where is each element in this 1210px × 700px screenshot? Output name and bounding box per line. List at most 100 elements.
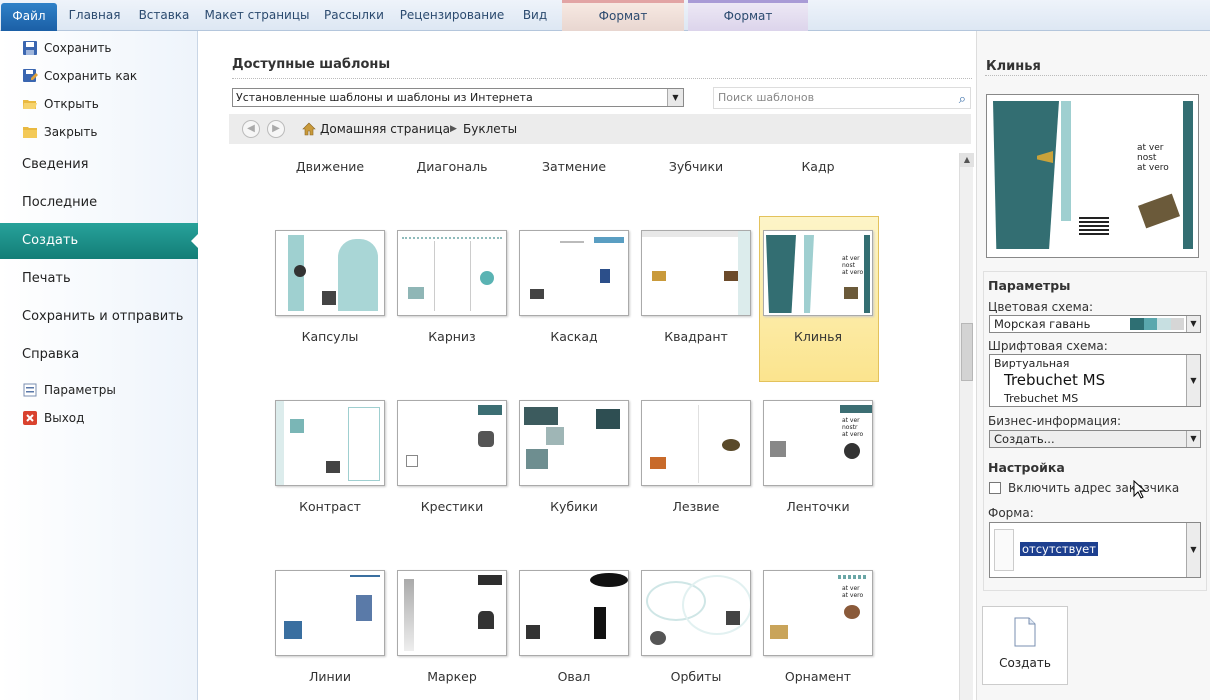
tab-page-layout[interactable]: Макет страницы xyxy=(200,0,314,31)
template-thumb-ornament[interactable]: at ver at vero xyxy=(763,570,873,656)
scrollbar-thumb[interactable] xyxy=(961,323,973,381)
create-button-label: Создать xyxy=(999,656,1051,670)
template-source-select[interactable]: Установленные шаблоны и шаблоны из Интер… xyxy=(232,88,684,107)
template-thumb-oval[interactable] xyxy=(519,570,629,656)
template-label-diagonal[interactable]: Диагональ xyxy=(391,159,513,174)
search-templates-input[interactable]: Поиск шаблонов ⌕ xyxy=(713,87,971,109)
template-label-kubiki[interactable]: Кубики xyxy=(513,499,635,514)
sidebar-section-print[interactable]: Печать xyxy=(0,261,198,297)
sidebar-item-options[interactable]: Параметры xyxy=(0,377,198,403)
tab-file[interactable]: Файл xyxy=(1,3,57,31)
tab-format-2[interactable]: Формат xyxy=(688,0,808,31)
sidebar-section-save-send[interactable]: Сохранить и отправить xyxy=(0,299,198,335)
template-thumb-marker[interactable] xyxy=(397,570,507,656)
sidebar-section-info[interactable]: Сведения xyxy=(0,147,198,183)
available-templates-heading: Доступные шаблоны xyxy=(232,57,391,72)
template-thumb-orbity[interactable] xyxy=(641,570,751,656)
sidebar-item-exit[interactable]: Выход xyxy=(0,405,198,431)
create-button[interactable]: Создать xyxy=(982,606,1068,685)
back-icon[interactable]: ◀ xyxy=(242,120,260,138)
mouse-cursor-icon xyxy=(1133,480,1147,499)
business-info-label: Бизнес-информация: xyxy=(988,414,1122,428)
template-label-ornament[interactable]: Орнамент xyxy=(757,669,879,684)
sidebar-item-save-as[interactable]: Сохранить как xyxy=(0,63,198,89)
template-thumb-lentochki[interactable]: at ver nostr at vero xyxy=(763,400,873,486)
template-label-klinya[interactable]: Клинья xyxy=(757,329,879,344)
template-label-kontrast[interactable]: Контраст xyxy=(269,499,391,514)
tab-insert[interactable]: Вставка xyxy=(132,0,196,31)
template-label-oval[interactable]: Овал xyxy=(513,669,635,684)
sidebar-item-close[interactable]: Закрыть xyxy=(0,119,198,145)
save-icon xyxy=(23,41,37,55)
template-thumb-kvadrant[interactable] xyxy=(641,230,751,316)
forward-icon[interactable]: ▶ xyxy=(267,120,285,138)
template-label-karniz[interactable]: Карниз xyxy=(391,329,513,344)
form-value: отсутствует xyxy=(1020,542,1098,556)
search-placeholder: Поиск шаблонов xyxy=(718,91,815,104)
templates-pane: Доступные шаблоны Установленные шаблоны … xyxy=(199,31,975,700)
template-thumb-kapsuly[interactable] xyxy=(275,230,385,316)
template-thumb-linii[interactable] xyxy=(275,570,385,656)
tab-view[interactable]: Вид xyxy=(514,0,556,31)
template-label-linii[interactable]: Линии xyxy=(269,669,391,684)
sidebar-item-open[interactable]: Открыть xyxy=(0,91,198,117)
breadcrumb-separator-icon: ▶ xyxy=(450,124,457,134)
include-address-label[interactable]: Включить адрес заказчика xyxy=(1008,481,1179,495)
color-scheme-select[interactable]: Морская гавань ▼ xyxy=(989,315,1201,333)
tab-format-1[interactable]: Формат xyxy=(562,0,684,31)
sidebar-item-label: Закрыть xyxy=(44,125,98,139)
tab-mailings[interactable]: Рассылки xyxy=(318,0,390,31)
template-label-lentochki[interactable]: Ленточки xyxy=(757,499,879,514)
template-grid: Движение Диагональ Затмение Зубчики Кадр xyxy=(229,147,959,700)
selected-template-title: Клинья xyxy=(986,59,1041,74)
preview-text-line: at vero xyxy=(1137,163,1169,173)
tab-review[interactable]: Рецензирование xyxy=(394,0,510,31)
template-label-orbity[interactable]: Орбиты xyxy=(635,669,757,684)
template-thumb-krestiki[interactable] xyxy=(397,400,507,486)
template-label-kadr[interactable]: Кадр xyxy=(757,159,879,174)
sidebar-item-label: Выход xyxy=(44,411,85,425)
form-option-icon xyxy=(994,529,1014,571)
template-thumb-karniz[interactable] xyxy=(397,230,507,316)
template-label-zatmenie[interactable]: Затмение xyxy=(513,159,635,174)
sidebar-section-recent[interactable]: Последние xyxy=(0,185,198,221)
chevron-down-icon[interactable]: ▼ xyxy=(667,89,683,106)
scroll-up-icon[interactable]: ▲ xyxy=(960,153,974,167)
form-select[interactable]: отсутствует ▼ xyxy=(989,522,1201,578)
sidebar-section-new[interactable]: Создать xyxy=(0,223,198,259)
divider xyxy=(985,75,1207,76)
tab-home[interactable]: Главная xyxy=(62,0,127,31)
template-label-dvizhenie[interactable]: Движение xyxy=(269,159,391,174)
color-scheme-label: Цветовая схема: xyxy=(988,300,1094,314)
template-label-marker[interactable]: Маркер xyxy=(391,669,513,684)
business-info-select[interactable]: Создать... ▼ xyxy=(989,430,1201,448)
sidebar-item-save[interactable]: Сохранить xyxy=(0,35,198,61)
chevron-down-icon[interactable]: ▼ xyxy=(1186,523,1200,577)
template-thumb-lezvie[interactable] xyxy=(641,400,751,486)
template-thumb-kaskad[interactable] xyxy=(519,230,629,316)
font-scheme-select[interactable]: Виртуальная Trebuchet MS Trebuchet MS ▼ xyxy=(989,354,1201,407)
template-label-kvadrant[interactable]: Квадрант xyxy=(635,329,757,344)
template-thumb-kontrast[interactable] xyxy=(275,400,385,486)
search-icon[interactable]: ⌕ xyxy=(959,90,966,110)
home-icon xyxy=(302,122,316,136)
font-scheme-name: Виртуальная xyxy=(994,357,1070,370)
template-label-krestiki[interactable]: Крестики xyxy=(391,499,513,514)
divider xyxy=(232,78,972,79)
template-label-kaskad[interactable]: Каскад xyxy=(513,329,635,344)
chevron-down-icon[interactable]: ▼ xyxy=(1186,316,1200,332)
include-address-checkbox[interactable] xyxy=(989,482,1001,494)
template-label-zubchiki[interactable]: Зубчики xyxy=(635,159,757,174)
template-label-lezvie[interactable]: Лезвие xyxy=(635,499,757,514)
template-label-kapsuly[interactable]: Капсулы xyxy=(269,329,391,344)
template-thumb-klinya[interactable]: at ver nost at vero xyxy=(763,230,873,316)
breadcrumb-home[interactable]: Домашняя страница xyxy=(320,114,450,144)
chevron-down-icon[interactable]: ▼ xyxy=(1186,355,1200,406)
form-label: Форма: xyxy=(988,506,1034,520)
sidebar-item-label: Параметры xyxy=(44,383,116,397)
font-scheme-body-font: Trebuchet MS xyxy=(1004,392,1079,405)
chevron-down-icon[interactable]: ▼ xyxy=(1186,431,1200,447)
template-scrollbar[interactable]: ▲ xyxy=(959,153,974,700)
template-thumb-kubiki[interactable] xyxy=(519,400,629,486)
sidebar-section-help[interactable]: Справка xyxy=(0,337,198,373)
